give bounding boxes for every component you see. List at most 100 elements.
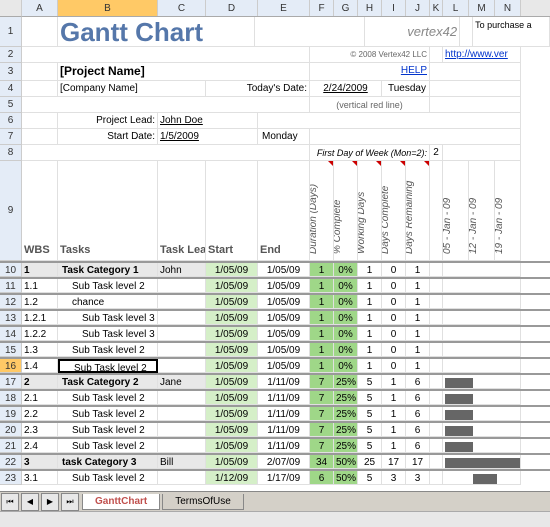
cell-duration[interactable]: 7 — [310, 407, 334, 421]
cell-pct[interactable]: 25% — [334, 423, 358, 437]
tab-termsofuse[interactable]: TermsOfUse — [162, 494, 244, 510]
row-3[interactable]: 3 [Project Name] HELP — [0, 63, 550, 81]
cell-lead[interactable] — [158, 423, 206, 437]
gantt-cell[interactable] — [443, 359, 521, 373]
cell-lead[interactable] — [158, 327, 206, 341]
row-header-23[interactable]: 23 — [0, 471, 22, 485]
gantt-cell[interactable] — [443, 471, 521, 485]
cell-duration[interactable]: 1 — [310, 295, 334, 309]
cell-duration[interactable]: 1 — [310, 263, 334, 277]
row-header-4[interactable]: 4 — [0, 81, 22, 97]
gantt-cell[interactable] — [443, 391, 521, 405]
row-header-20[interactable]: 20 — [0, 423, 22, 437]
cell-duration[interactable]: 7 — [310, 423, 334, 437]
cell-end[interactable]: 1/11/09 — [258, 375, 310, 389]
cell-task[interactable]: Sub Task level 2 — [58, 407, 158, 421]
col-header-b[interactable]: B — [58, 0, 158, 16]
cell-task[interactable]: Sub Task level 2 — [58, 471, 158, 485]
table-row[interactable]: 16 1.4 Sub Task level 2 1/05/09 1/05/09 … — [0, 357, 550, 373]
cell-wbs[interactable]: 1.2.2 — [22, 327, 58, 341]
cell-end[interactable]: 1/05/09 — [258, 327, 310, 341]
row-header-10[interactable]: 10 — [0, 263, 22, 277]
cell-dc[interactable]: 0 — [382, 279, 406, 293]
cell-dr[interactable]: 17 — [406, 455, 430, 469]
tab-nav-prev[interactable]: ◀ — [21, 493, 39, 511]
cell-lead[interactable] — [158, 439, 206, 453]
row-header-1[interactable]: 1 — [0, 17, 22, 47]
cell-dc[interactable]: 0 — [382, 263, 406, 277]
cell-lead[interactable] — [158, 343, 206, 357]
cell-dr[interactable]: 1 — [406, 311, 430, 325]
table-row[interactable]: 17 2 Task Category 2 Jane 1/05/09 1/11/0… — [0, 373, 550, 389]
tab-nav-last[interactable]: ⏭ — [61, 493, 79, 511]
cell-pct[interactable]: 25% — [334, 439, 358, 453]
cell-end[interactable]: 1/05/09 — [258, 359, 310, 373]
cell-wbs[interactable]: 1 — [22, 263, 58, 277]
cell-dr[interactable]: 1 — [406, 343, 430, 357]
cell-dr[interactable]: 6 — [406, 391, 430, 405]
cell-lead[interactable] — [158, 359, 206, 373]
cell-end[interactable]: 1/05/09 — [258, 279, 310, 293]
tab-nav-next[interactable]: ▶ — [41, 493, 59, 511]
gantt-cell[interactable] — [443, 375, 521, 389]
cell-task[interactable]: Sub Task level 2 — [58, 439, 158, 453]
col-header-j[interactable]: J — [406, 0, 430, 16]
row-7[interactable]: 7 Start Date: 1/5/2009 Monday — [0, 129, 550, 145]
cell-pct[interactable]: 0% — [334, 359, 358, 373]
sheet-tab-bar[interactable]: ⏮ ◀ ▶ ⏭ GanttChart TermsOfUse — [0, 491, 550, 511]
gantt-cell[interactable] — [443, 423, 521, 437]
table-row[interactable]: 12 1.2 chance 1/05/09 1/05/09 1 0% 1 0 1 — [0, 293, 550, 309]
select-all-corner[interactable] — [0, 0, 22, 17]
cell-lead[interactable]: Jane — [158, 375, 206, 389]
cell-end[interactable]: 2/07/09 — [258, 455, 310, 469]
cell-start[interactable]: 1/05/09 — [206, 327, 258, 341]
table-row[interactable]: 22 3 task Category 3 Bill 1/05/09 2/07/0… — [0, 453, 550, 469]
project-lead-value[interactable]: John Doe — [158, 113, 258, 129]
cell-task[interactable]: Sub Task level 3 — [58, 311, 158, 325]
cell-wbs[interactable]: 2 — [22, 375, 58, 389]
cell-dc[interactable]: 1 — [382, 407, 406, 421]
col-header-i[interactable]: I — [382, 0, 406, 16]
gantt-cell[interactable] — [443, 327, 521, 341]
col-header-d[interactable]: D — [206, 0, 258, 16]
cell-task[interactable]: task Category 3 — [58, 455, 158, 469]
cell-pct[interactable]: 0% — [334, 279, 358, 293]
purchase-link[interactable]: http://www.ver — [443, 47, 521, 63]
cell-dc[interactable]: 0 — [382, 343, 406, 357]
cell-pct[interactable]: 25% — [334, 407, 358, 421]
row-header-12[interactable]: 12 — [0, 295, 22, 309]
col-header-n[interactable]: N — [495, 0, 521, 16]
cell-duration[interactable]: 1 — [310, 359, 334, 373]
cell-wbs[interactable]: 1.1 — [22, 279, 58, 293]
cell-task[interactable]: Task Category 1 — [58, 263, 158, 277]
cell-wd[interactable]: 1 — [358, 327, 382, 341]
row-4[interactable]: 4 [Company Name] Today's Date: 2/24/2009… — [0, 81, 550, 97]
tab-ganttchart[interactable]: GanttChart — [82, 494, 160, 510]
cell-pct[interactable]: 0% — [334, 263, 358, 277]
cell-dr[interactable]: 1 — [406, 263, 430, 277]
horizontal-scrollbar[interactable] — [0, 511, 550, 527]
gantt-cell[interactable] — [443, 295, 521, 309]
col-header-h[interactable]: H — [358, 0, 382, 16]
cell-wd[interactable]: 5 — [358, 375, 382, 389]
gantt-cell[interactable] — [443, 439, 521, 453]
table-row[interactable]: 23 3.1 Sub Task level 2 1/12/09 1/17/09 … — [0, 469, 550, 485]
table-row[interactable]: 21 2.4 Sub Task level 2 1/05/09 1/11/09 … — [0, 437, 550, 453]
row-2[interactable]: 2 © 2008 Vertex42 LLC http://www.ver — [0, 47, 550, 63]
cell-dc[interactable]: 0 — [382, 311, 406, 325]
row-header-18[interactable]: 18 — [0, 391, 22, 405]
cell-task[interactable]: Sub Task level 2 — [58, 279, 158, 293]
todays-date[interactable]: 2/24/2009 — [310, 81, 382, 97]
company-name[interactable]: [Company Name] — [58, 81, 206, 97]
gantt-cell[interactable] — [443, 263, 521, 277]
gantt-cell[interactable] — [443, 311, 521, 325]
row-header-3[interactable]: 3 — [0, 63, 22, 81]
cell-task[interactable]: Task Category 2 — [58, 375, 158, 389]
cell-pct[interactable]: 0% — [334, 327, 358, 341]
cell-start[interactable]: 1/05/09 — [206, 391, 258, 405]
cell-duration[interactable]: 1 — [310, 311, 334, 325]
row-header-5[interactable]: 5 — [0, 97, 22, 113]
cell-wbs[interactable]: 1.4 — [22, 359, 58, 373]
cell-dr[interactable]: 6 — [406, 423, 430, 437]
start-date-value[interactable]: 1/5/2009 — [158, 129, 258, 145]
